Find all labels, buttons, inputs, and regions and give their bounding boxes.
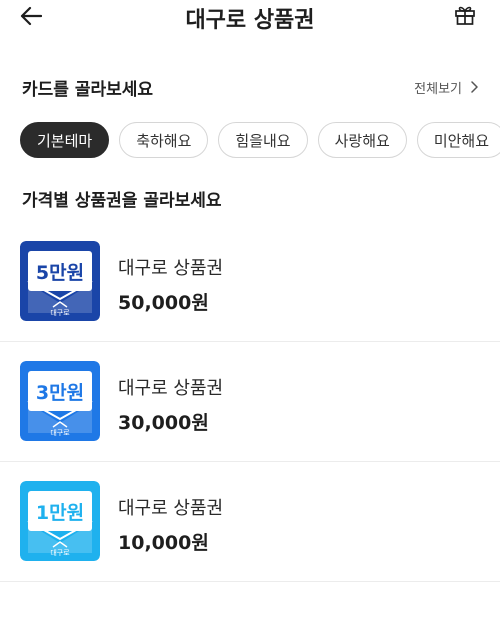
page-title: 대구로 상품권 bbox=[185, 8, 315, 33]
coupon-brand: 대구로 bbox=[50, 429, 70, 437]
product-section-title: 가격별 상품권을 골라보세요 bbox=[22, 191, 222, 211]
card-section-header: 카드를 골라보세요 전체보기 bbox=[22, 76, 478, 100]
theme-chip-list: 기본테마 축하해요 힘을내요 사랑해요 미안해요 bbox=[20, 122, 500, 158]
product-item[interactable]: 1만원 대구로 대구로 상품권 10,000원 bbox=[0, 462, 500, 582]
chip-basic-theme[interactable]: 기본테마 bbox=[20, 122, 110, 158]
product-name: 대구로 상품권 bbox=[118, 378, 224, 399]
coupon-badge: 3만원 bbox=[36, 382, 84, 404]
chevron-right-icon bbox=[471, 81, 478, 93]
product-item[interactable]: 3만원 대구로 대구로 상품권 30,000원 bbox=[0, 342, 500, 462]
coupon-thumbnail: 1만원 대구로 bbox=[20, 481, 100, 561]
product-list: 5만원 대구로 대구로 상품권 50,000원 3만원 대구로 대구로 상품권 … bbox=[0, 222, 500, 582]
product-price: 50,000원 bbox=[118, 292, 209, 314]
gift-button[interactable] bbox=[454, 4, 478, 28]
coupon-badge: 1만원 bbox=[36, 502, 84, 524]
chip-sorry[interactable]: 미안해요 bbox=[416, 122, 500, 158]
app-header: 대구로 상품권 bbox=[0, 0, 500, 36]
product-name: 대구로 상품권 bbox=[118, 258, 224, 279]
coupon-thumbnail: 3만원 대구로 bbox=[20, 361, 100, 441]
card-section-title: 카드를 골라보세요 bbox=[22, 79, 154, 100]
coupon-brand: 대구로 bbox=[50, 309, 70, 317]
see-all-label: 전체보기 bbox=[414, 81, 462, 97]
chip-cheer-up[interactable]: 힘을내요 bbox=[218, 122, 308, 158]
product-item[interactable]: 5만원 대구로 대구로 상품권 50,000원 bbox=[0, 222, 500, 342]
chip-congrats[interactable]: 축하해요 bbox=[119, 122, 209, 158]
see-all-link[interactable]: 전체보기 bbox=[414, 78, 478, 97]
coupon-badge: 5만원 bbox=[36, 262, 84, 284]
coupon-brand: 대구로 bbox=[50, 549, 70, 557]
coupon-thumbnail: 5만원 대구로 bbox=[20, 241, 100, 321]
product-price: 10,000원 bbox=[118, 532, 209, 554]
product-name: 대구로 상품권 bbox=[118, 498, 224, 519]
product-price: 30,000원 bbox=[118, 412, 209, 434]
chip-love[interactable]: 사랑해요 bbox=[317, 122, 407, 158]
gift-icon bbox=[455, 6, 475, 25]
